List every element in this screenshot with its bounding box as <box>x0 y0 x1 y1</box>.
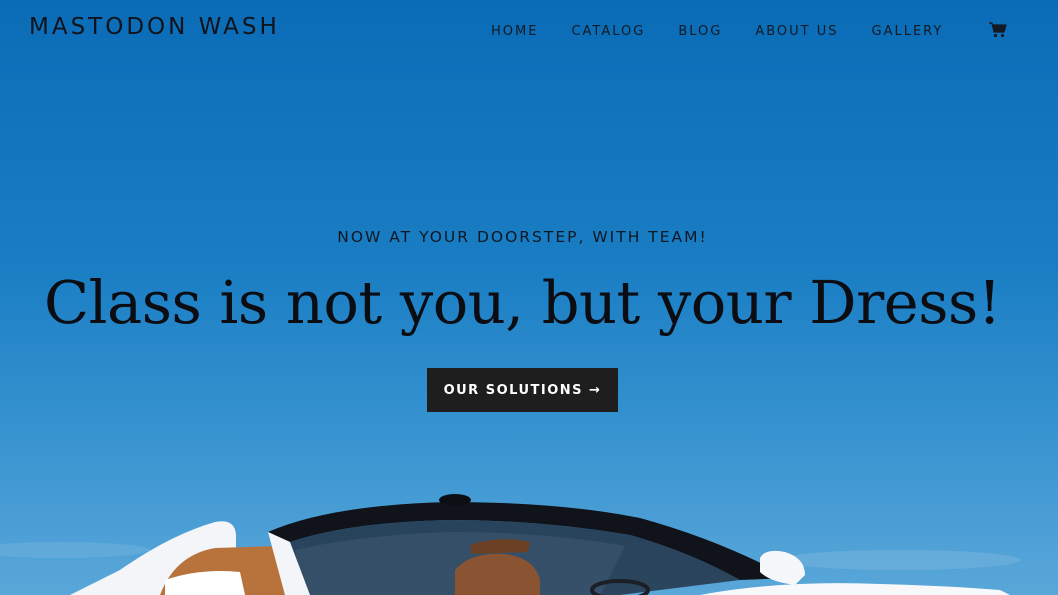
hero-car-image <box>0 494 1020 595</box>
hero-headline: Class is not you, but your Dress! <box>44 268 1001 337</box>
main-nav: HOME CATALOG BLOG ABOUT US GALLERY <box>491 24 976 39</box>
cart-icon[interactable] <box>988 21 1008 39</box>
arrow-right-icon: → <box>589 382 602 398</box>
nav-item-about-us[interactable]: ABOUT US <box>755 24 838 39</box>
hero-section: MASTODON WASH HOME CATALOG BLOG ABOUT US… <box>0 0 1058 595</box>
brand-logo[interactable]: MASTODON WASH <box>29 14 280 40</box>
nav-item-catalog[interactable]: CATALOG <box>571 24 645 39</box>
our-solutions-label: OUR SOLUTIONS <box>443 382 584 398</box>
nav-item-gallery[interactable]: GALLERY <box>872 24 944 39</box>
hero-kicker: NOW AT YOUR DOORSTEP, WITH TEAM! <box>337 228 708 246</box>
site-header: MASTODON WASH HOME CATALOG BLOG ABOUT US… <box>0 0 1058 64</box>
cart-icon-graphic <box>989 22 1007 38</box>
our-solutions-button[interactable]: OUR SOLUTIONS → <box>427 368 618 412</box>
nav-item-blog[interactable]: BLOG <box>678 24 722 39</box>
nav-item-home[interactable]: HOME <box>491 24 538 39</box>
